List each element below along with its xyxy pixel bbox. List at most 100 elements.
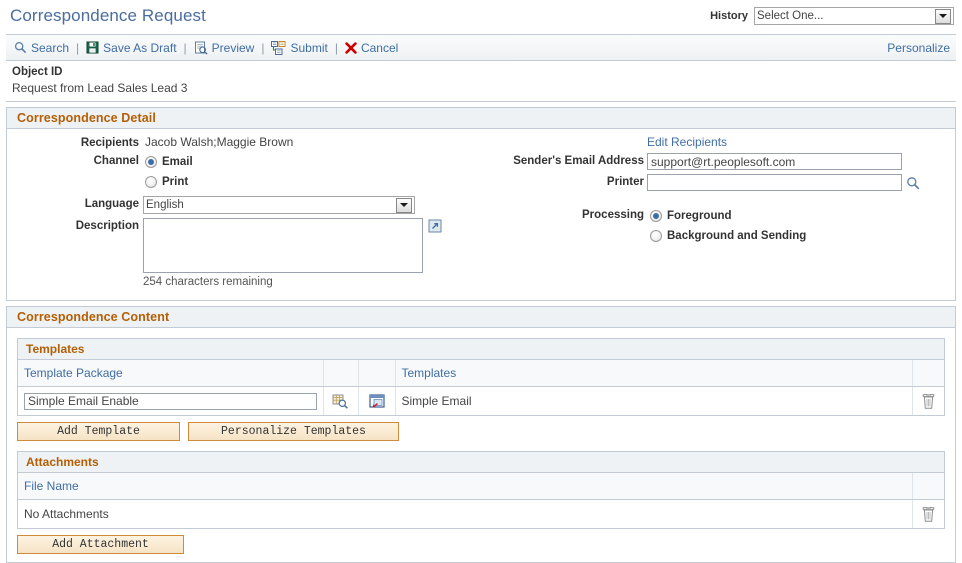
table-row: No Attachments <box>18 500 944 529</box>
language-row: Language English <box>7 196 477 214</box>
page-title: Correspondence Request <box>10 6 206 26</box>
submit-button[interactable]: Submit <box>271 41 327 55</box>
preview-icon <box>194 41 208 55</box>
description-input[interactable] <box>143 218 423 273</box>
history-group: History Select One... <box>710 7 954 25</box>
toolbar-separator: | <box>335 41 338 55</box>
correspondence-content-header: Correspondence Content <box>7 307 955 328</box>
channel-option-email[interactable]: Email <box>145 153 193 170</box>
trash-delete-icon[interactable] <box>922 507 935 522</box>
channel-email-label: Email <box>162 156 193 168</box>
column-templates[interactable]: Templates <box>395 360 912 387</box>
printer-row: Printer <box>477 174 955 191</box>
radio-button-background[interactable] <box>650 230 662 242</box>
preview-button-label: Preview <box>212 41 255 55</box>
submit-icon <box>271 41 286 55</box>
cancel-x-icon <box>345 42 357 54</box>
column-template-package[interactable]: Template Package <box>18 360 323 387</box>
column-delete <box>912 360 944 387</box>
history-dropdown[interactable]: Select One... <box>754 7 954 25</box>
recipients-value: Jacob Walsh;Maggie Brown <box>139 135 293 149</box>
trash-delete-icon[interactable] <box>922 394 935 409</box>
search-button[interactable]: Search <box>14 41 69 55</box>
edit-recipients-link[interactable]: Edit Recipients <box>647 135 727 149</box>
search-icon <box>14 41 27 54</box>
cancel-button-label: Cancel <box>361 41 398 55</box>
characters-remaining-text: 254 characters remaining <box>143 276 423 288</box>
template-lookup-cell <box>323 387 358 416</box>
processing-foreground-label: Foreground <box>667 210 732 222</box>
template-package-cell: Simple Email Enable <box>18 387 323 416</box>
channel-print-label: Print <box>162 176 188 188</box>
lookup-prompt-icon[interactable] <box>332 394 349 409</box>
toolbar-separator: | <box>184 41 187 55</box>
correspondence-detail-body: Recipients Jacob Walsh;Maggie Brown Chan… <box>7 129 955 300</box>
open-related-window-icon[interactable] <box>369 394 385 409</box>
printer-input[interactable] <box>647 174 902 191</box>
preview-button[interactable]: Preview <box>194 41 255 55</box>
detail-left-column: Recipients Jacob Walsh;Maggie Brown Chan… <box>7 135 477 292</box>
templates-header-row: Template Package Templates <box>18 360 944 387</box>
attachment-delete-cell <box>912 500 944 529</box>
correspondence-detail-group: Correspondence Detail Recipients Jacob W… <box>6 107 956 301</box>
history-label: History <box>710 10 748 22</box>
floppy-disk-icon <box>86 41 99 54</box>
sender-email-label: Sender's Email Address <box>477 153 644 167</box>
recipients-row: Recipients Jacob Walsh;Maggie Brown <box>7 135 477 149</box>
attachments-header-row: File Name <box>18 473 944 500</box>
search-button-label: Search <box>31 41 69 55</box>
page-header: Correspondence Request History Select On… <box>0 0 962 34</box>
language-label: Language <box>7 196 139 210</box>
processing-option-background[interactable]: Background and Sending <box>650 227 806 244</box>
template-package-input[interactable]: Simple Email Enable <box>24 393 317 410</box>
chevron-down-icon[interactable] <box>396 198 412 213</box>
personalize-link[interactable]: Personalize <box>887 41 950 55</box>
object-id-value: Request from Lead Sales Lead 3 <box>12 80 956 96</box>
template-name-cell: Simple Email <box>395 387 912 416</box>
chevron-down-icon[interactable] <box>935 9 951 24</box>
radio-button-email[interactable] <box>145 156 157 168</box>
correspondence-request-page: Correspondence Request History Select On… <box>0 0 962 553</box>
attachments-button-row: Add Attachment <box>17 535 955 554</box>
templates-grid-title: Templates <box>18 339 944 360</box>
expand-description-icon[interactable] <box>428 219 442 233</box>
detail-right-column: Edit Recipients Sender's Email Address s… <box>477 135 955 292</box>
channel-row: Channel Email Print <box>7 153 477 190</box>
correspondence-detail-header: Correspondence Detail <box>7 108 955 129</box>
channel-label: Channel <box>7 153 139 167</box>
description-label: Description <box>7 218 139 232</box>
column-file-name[interactable]: File Name <box>18 473 912 500</box>
recipients-label: Recipients <box>7 135 139 149</box>
processing-row: Processing Foreground Background and Sen… <box>477 207 955 244</box>
channel-option-print[interactable]: Print <box>145 173 193 190</box>
column-delete <box>912 473 944 500</box>
toolbar-separator: | <box>76 41 79 55</box>
save-as-draft-button[interactable]: Save As Draft <box>86 41 176 55</box>
column-lookup <box>323 360 358 387</box>
template-delete-cell <box>912 387 944 416</box>
templates-button-row: Add Template Personalize Templates <box>17 422 955 441</box>
attachments-grid-title: Attachments <box>18 452 944 473</box>
table-row: Simple Email Enable <box>18 387 944 416</box>
radio-button-print[interactable] <box>145 176 157 188</box>
sender-email-input[interactable]: support@rt.peoplesoft.com <box>647 153 902 170</box>
object-id-label: Object ID <box>12 65 956 80</box>
radio-button-foreground[interactable] <box>650 210 662 222</box>
submit-button-label: Submit <box>290 41 327 55</box>
processing-option-foreground[interactable]: Foreground <box>650 207 806 224</box>
add-template-button[interactable]: Add Template <box>17 422 180 441</box>
description-row: Description 254 characters remaining <box>7 218 477 288</box>
printer-lookup-search-icon[interactable] <box>906 176 920 190</box>
toolbar-actions: Search | Save As Draft | <box>14 41 398 55</box>
no-attachments-message: No Attachments <box>18 500 912 529</box>
templates-table: Template Package Templates Simple Email … <box>18 360 944 415</box>
object-id-block: Object ID Request from Lead Sales Lead 3 <box>6 61 956 102</box>
sender-email-row: Sender's Email Address support@rt.people… <box>477 153 955 170</box>
processing-background-label: Background and Sending <box>667 230 806 242</box>
personalize-templates-button[interactable]: Personalize Templates <box>188 422 399 441</box>
cancel-button[interactable]: Cancel <box>345 41 398 55</box>
language-dropdown[interactable]: English <box>143 196 415 214</box>
attachments-grid: Attachments File Name No Att <box>17 451 945 529</box>
template-open-cell <box>358 387 395 416</box>
add-attachment-button[interactable]: Add Attachment <box>17 535 184 554</box>
